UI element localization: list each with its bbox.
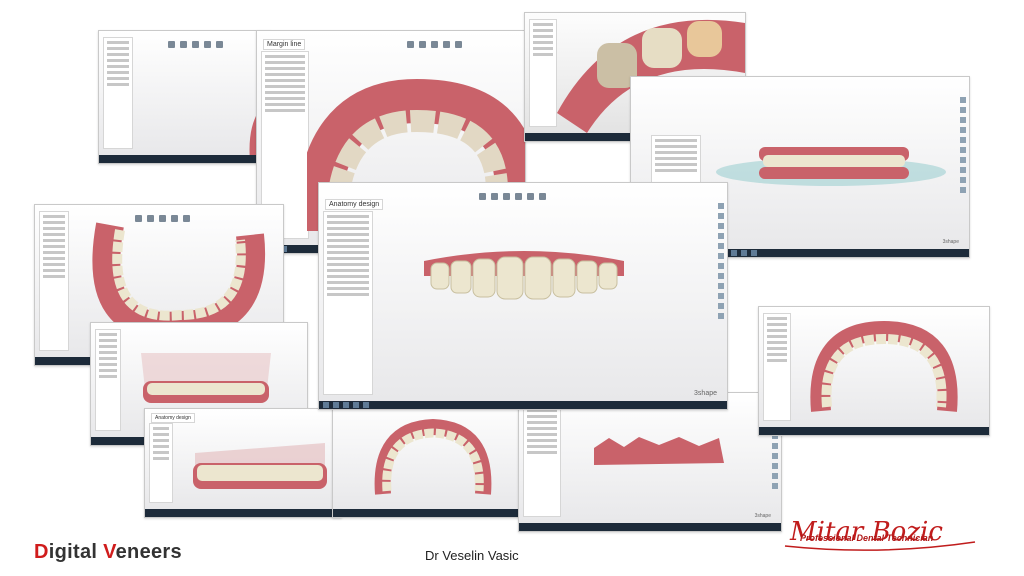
signature-subtitle: Professional Dental Technician	[800, 533, 934, 543]
title-part-2: eneers	[115, 541, 182, 563]
panel-title: Anatomy design	[325, 199, 384, 210]
right-toolbar	[718, 203, 724, 389]
brand-logo: 3shape	[754, 513, 771, 519]
title-letter-d: D	[34, 541, 49, 563]
side-panel	[323, 211, 373, 395]
side-panel	[39, 211, 69, 351]
dental-arch-image	[810, 321, 958, 412]
dental-arch-image	[141, 353, 271, 403]
title-letter-v: V	[103, 541, 116, 563]
dental-arch-image	[193, 443, 327, 489]
side-panel	[529, 19, 557, 127]
panel-title: Anatomy design	[151, 413, 195, 423]
side-panel	[103, 37, 133, 149]
screenshot-arch-right	[758, 306, 990, 436]
right-toolbar	[960, 97, 966, 237]
title-part-1: igital	[48, 541, 104, 563]
brand-logo: 3shape	[942, 239, 959, 245]
gingiva-scan-image	[594, 437, 724, 465]
taskbar	[319, 401, 727, 409]
panel-title: Margin line	[263, 39, 306, 50]
occlusal-plane-image	[716, 147, 946, 186]
dental-arch-image	[374, 419, 492, 495]
toolbar	[167, 35, 248, 48]
screenshot-anatomy-3: Anatomy design	[144, 408, 342, 518]
toolbar	[407, 35, 487, 48]
side-panel	[95, 329, 121, 431]
veneer-teeth-image	[424, 251, 624, 300]
slide-title: Digital Veneers	[34, 541, 182, 564]
taskbar	[333, 509, 527, 517]
brand-logo: 3shape	[694, 390, 717, 397]
side-panel	[149, 423, 173, 503]
taskbar	[759, 427, 989, 435]
taskbar	[99, 155, 271, 163]
screenshot-prepare-1	[98, 30, 272, 164]
toolbar	[479, 187, 559, 200]
screenshot-anatomy-main: Anatomy design 3shape	[318, 182, 728, 410]
side-panel	[523, 399, 561, 517]
side-panel	[763, 313, 791, 421]
screenshot-gingiva-scan: 3shape	[518, 392, 782, 532]
taskbar	[519, 523, 781, 531]
author-name: Dr Veselin Vasic	[425, 548, 519, 563]
taskbar	[145, 509, 341, 517]
screenshot-occlusal-view	[332, 398, 528, 518]
